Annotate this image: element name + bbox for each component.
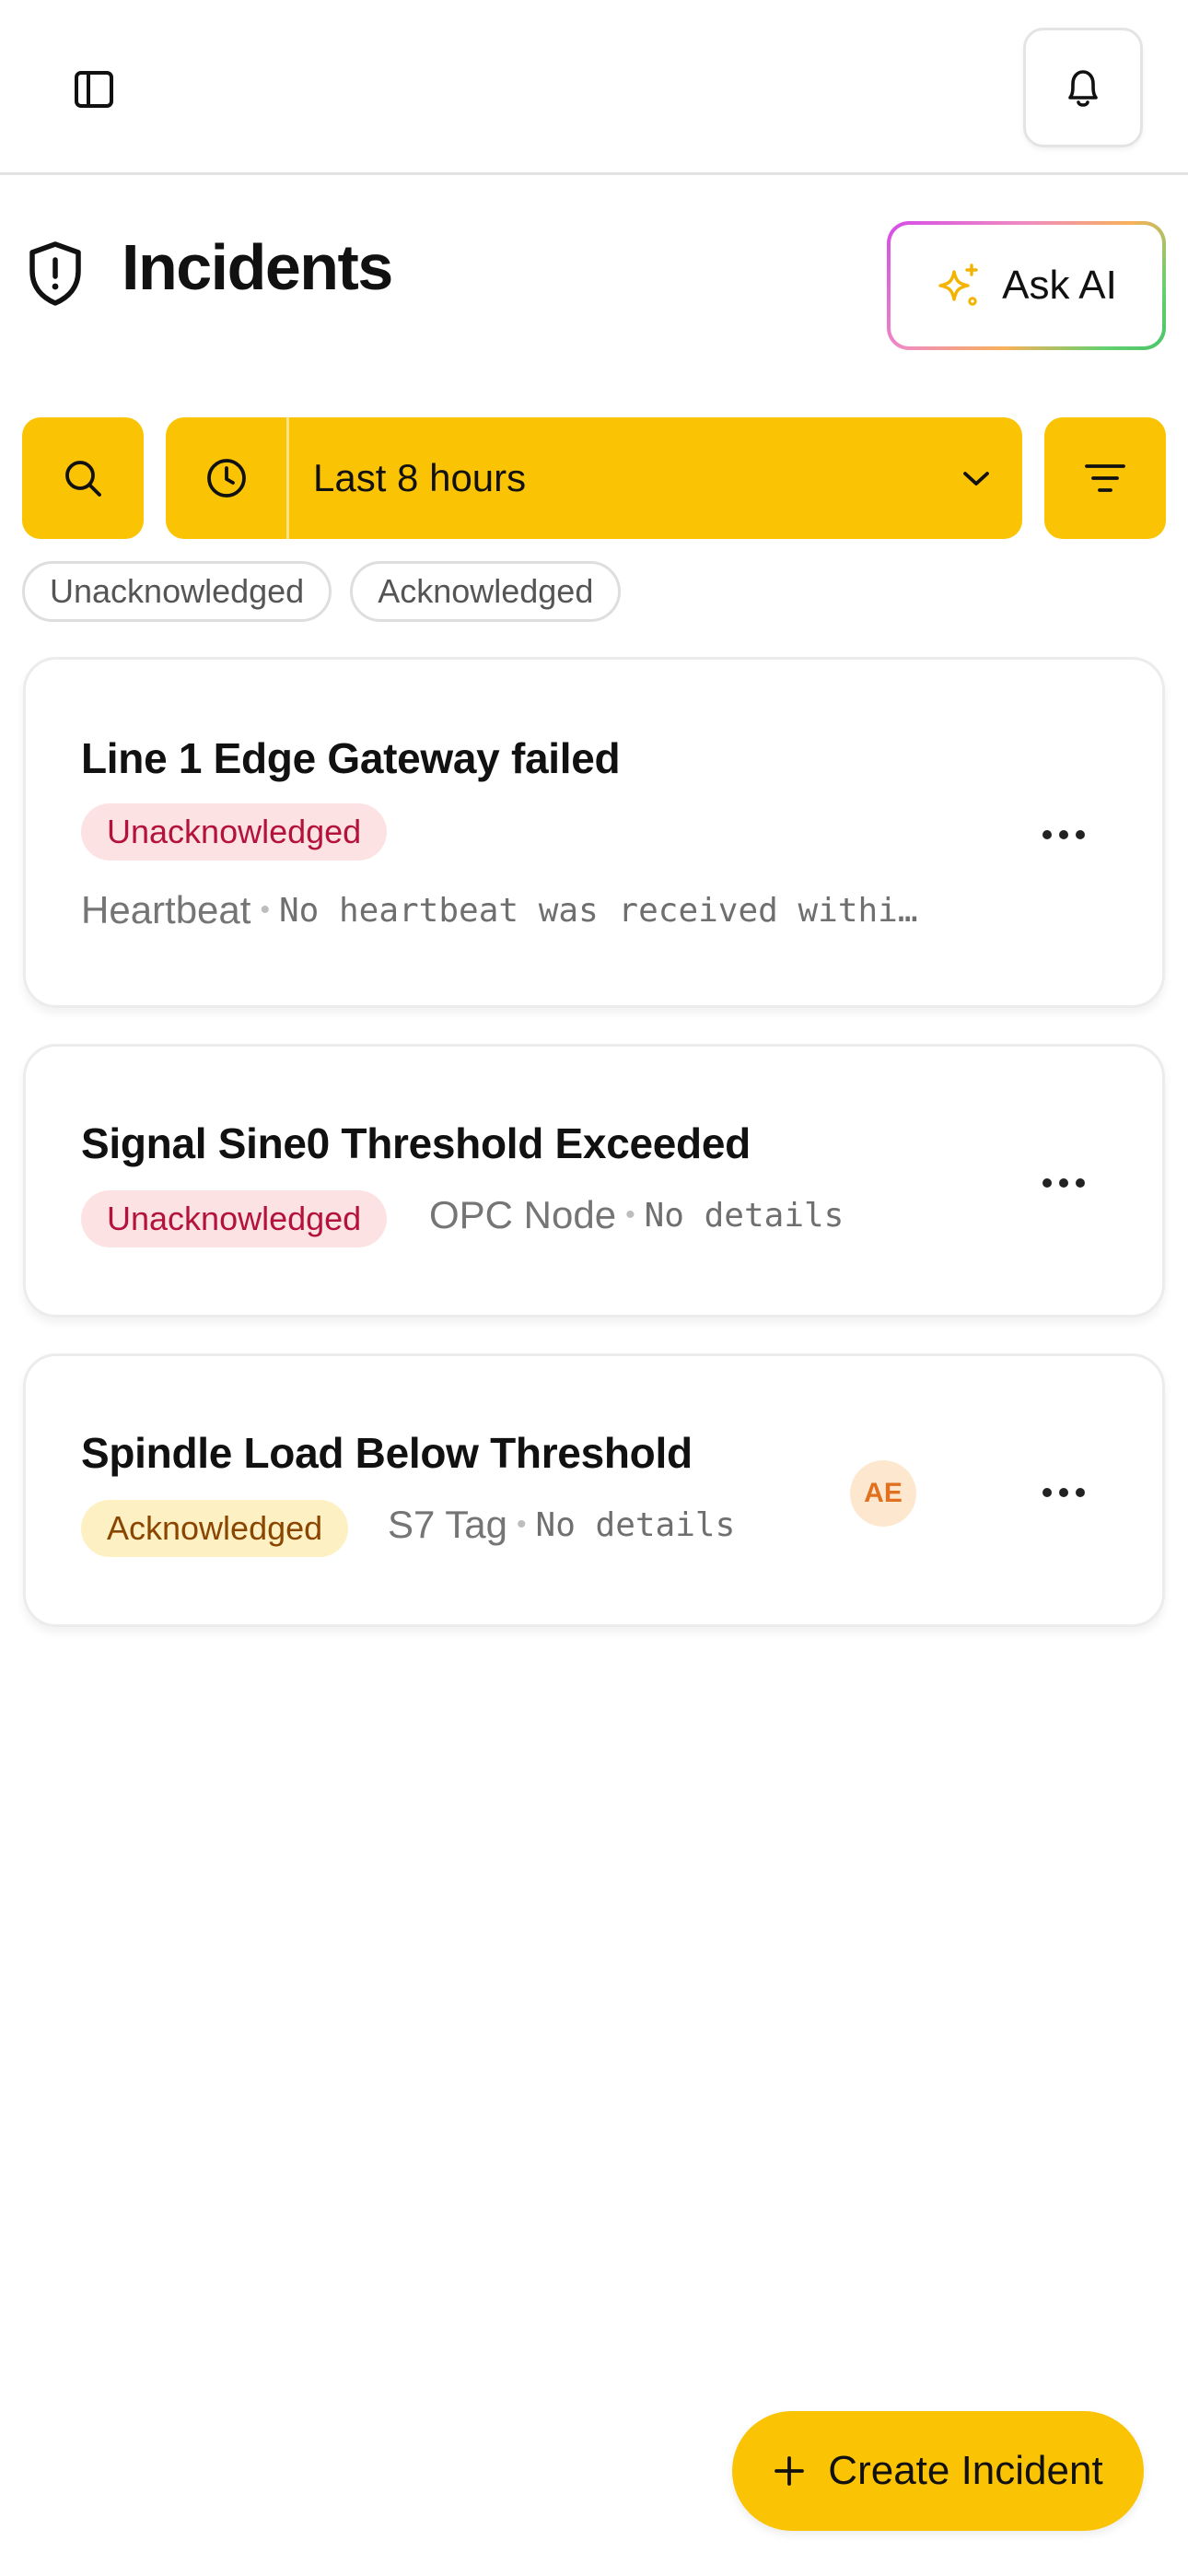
chip-acknowledged[interactable]: Acknowledged <box>350 561 622 622</box>
incident-title: Signal Sine0 Threshold Exceeded <box>81 1119 751 1167</box>
incident-source: S7 Tag <box>388 1503 507 1546</box>
shield-icon <box>29 241 81 306</box>
sparkles-icon <box>938 263 978 306</box>
controls-bar: Last 8 hours <box>0 417 1188 539</box>
separator-dot: • <box>517 1509 527 1540</box>
incident-details: No details <box>644 1196 844 1235</box>
sidebar-panel-icon <box>75 71 113 108</box>
notifications-button[interactable] <box>1023 28 1143 147</box>
create-incident-label: Create Incident <box>828 2448 1103 2493</box>
incident-card[interactable]: Spindle Load Below Threshold Acknowledge… <box>23 1353 1165 1627</box>
incident-title: Line 1 Edge Gateway failed <box>81 734 621 782</box>
filter-icon <box>1085 464 1125 492</box>
page-title: Incidents <box>122 231 393 303</box>
ask-ai-button[interactable]: Ask AI <box>887 221 1166 350</box>
bell-icon <box>1068 70 1098 107</box>
more-options-button[interactable] <box>1022 1451 1105 1534</box>
incident-source: OPC Node <box>429 1193 617 1236</box>
incident-meta: OPC Node • No details <box>429 1193 844 1237</box>
clock-icon <box>206 459 246 498</box>
create-incident-button[interactable]: Create Incident <box>732 2411 1144 2531</box>
time-range-icon-cell <box>166 417 289 539</box>
ask-ai-label: Ask AI <box>1002 263 1117 308</box>
more-options-button[interactable] <box>1022 1142 1105 1224</box>
incident-meta: Heartbeat • No heartbeat was received wi… <box>81 888 918 932</box>
status-badge: Unacknowledged <box>81 803 388 861</box>
separator-dot: • <box>260 895 270 925</box>
separator-dot: • <box>625 1200 635 1230</box>
time-range-value: Last 8 hours <box>313 456 527 499</box>
incident-details: No details <box>535 1505 736 1544</box>
incident-card[interactable]: Signal Sine0 Threshold Exceeded Unacknow… <box>23 1044 1165 1317</box>
time-range-select[interactable]: Last 8 hours <box>166 417 1022 539</box>
incident-card[interactable]: Line 1 Edge Gateway failed Unacknowledge… <box>23 657 1165 1008</box>
filter-button[interactable] <box>1044 417 1166 539</box>
incident-meta: S7 Tag • No details <box>388 1503 735 1547</box>
more-options-button[interactable] <box>1022 793 1105 876</box>
sidebar-toggle-button[interactable] <box>57 57 131 122</box>
search-button[interactable] <box>22 417 144 539</box>
status-filter-chips: Unacknowledged Acknowledged <box>22 561 622 622</box>
status-badge: Unacknowledged <box>81 1190 388 1247</box>
plus-icon <box>775 2456 805 2486</box>
chip-unacknowledged[interactable]: Unacknowledged <box>22 561 332 622</box>
assignee-avatar: AE <box>850 1460 916 1527</box>
incident-details: No heartbeat was received withi… <box>278 891 918 930</box>
chevron-down-icon <box>963 472 989 486</box>
status-badge: Acknowledged <box>81 1500 349 1557</box>
page-header: Incidents Ask AI <box>0 221 1188 359</box>
incident-title: Spindle Load Below Threshold <box>81 1429 693 1477</box>
top-bar <box>0 0 1188 175</box>
incident-source: Heartbeat <box>81 888 251 931</box>
search-icon <box>65 461 101 497</box>
